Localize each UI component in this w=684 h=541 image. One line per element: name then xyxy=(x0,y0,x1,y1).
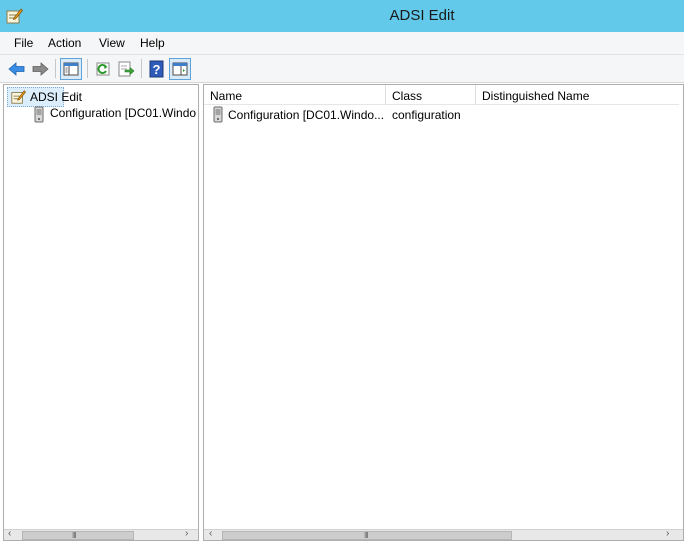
show-hide-console-tree-icon[interactable] xyxy=(60,58,82,80)
menu-file[interactable]: File xyxy=(14,36,33,50)
help-icon[interactable]: ? xyxy=(146,58,168,80)
list-item[interactable]: Configuration [DC01.Windo... configurati… xyxy=(204,105,674,125)
scroll-left-icon[interactable]: ‹ xyxy=(8,528,11,539)
toolbar-separator xyxy=(55,59,56,78)
window-title: ADSI Edit xyxy=(389,7,455,24)
horizontal-scrollbar[interactable]: ‹ III › xyxy=(204,528,683,540)
column-header-distinguished-name[interactable]: Distinguished Name xyxy=(476,85,679,105)
scroll-left-icon[interactable]: ‹ xyxy=(209,528,212,539)
back-icon[interactable] xyxy=(6,58,28,80)
horizontal-scrollbar[interactable]: ‹ III › xyxy=(4,528,198,540)
column-header-class[interactable]: Class xyxy=(386,85,476,105)
grip-icon: III xyxy=(72,531,77,540)
toolbar-separator xyxy=(141,59,142,78)
tree-item-adsi-edit[interactable]: ADSI Edit xyxy=(7,87,82,107)
menu-bar: File Action View Help xyxy=(0,32,684,55)
menu-action[interactable]: Action xyxy=(48,36,81,50)
scrollbar-thumb[interactable]: III xyxy=(22,531,134,540)
results-list-pane[interactable]: Name Class Distinguished Name Configurat… xyxy=(203,84,684,541)
title-bar: ADSI Edit xyxy=(0,0,684,32)
scroll-right-icon[interactable]: › xyxy=(185,528,188,539)
show-hide-action-pane-icon[interactable] xyxy=(169,58,191,80)
column-header-label: Class xyxy=(392,89,423,103)
column-header-label: Name xyxy=(210,89,243,103)
scroll-right-icon[interactable]: › xyxy=(666,528,669,539)
toolbar: ? xyxy=(0,55,684,83)
scrollbar-thumb[interactable]: III xyxy=(222,531,512,540)
cell-class: configuration xyxy=(392,108,461,122)
grip-icon: III xyxy=(364,531,369,540)
cell-name: Configuration [DC01.Windo... xyxy=(228,108,385,122)
refresh-icon[interactable] xyxy=(92,58,114,80)
toolbar-separator xyxy=(87,59,88,78)
adsi-edit-icon xyxy=(11,90,26,104)
console-tree-pane[interactable]: ADSI Edit Configuration [DC01.Windo ‹ II… xyxy=(3,84,199,541)
export-list-icon[interactable] xyxy=(115,58,137,80)
server-icon xyxy=(34,106,44,123)
tree-item-label: Configuration [DC01.Windo xyxy=(50,106,197,120)
tree-item-label: ADSI Edit xyxy=(30,90,83,104)
column-header-label: Distinguished Name xyxy=(482,89,590,103)
menu-view[interactable]: View xyxy=(99,36,125,50)
forward-icon[interactable] xyxy=(29,58,51,80)
column-header-name[interactable]: Name xyxy=(204,85,386,105)
menu-help[interactable]: Help xyxy=(140,36,165,50)
svg-text:?: ? xyxy=(153,62,161,77)
server-icon xyxy=(213,106,223,123)
